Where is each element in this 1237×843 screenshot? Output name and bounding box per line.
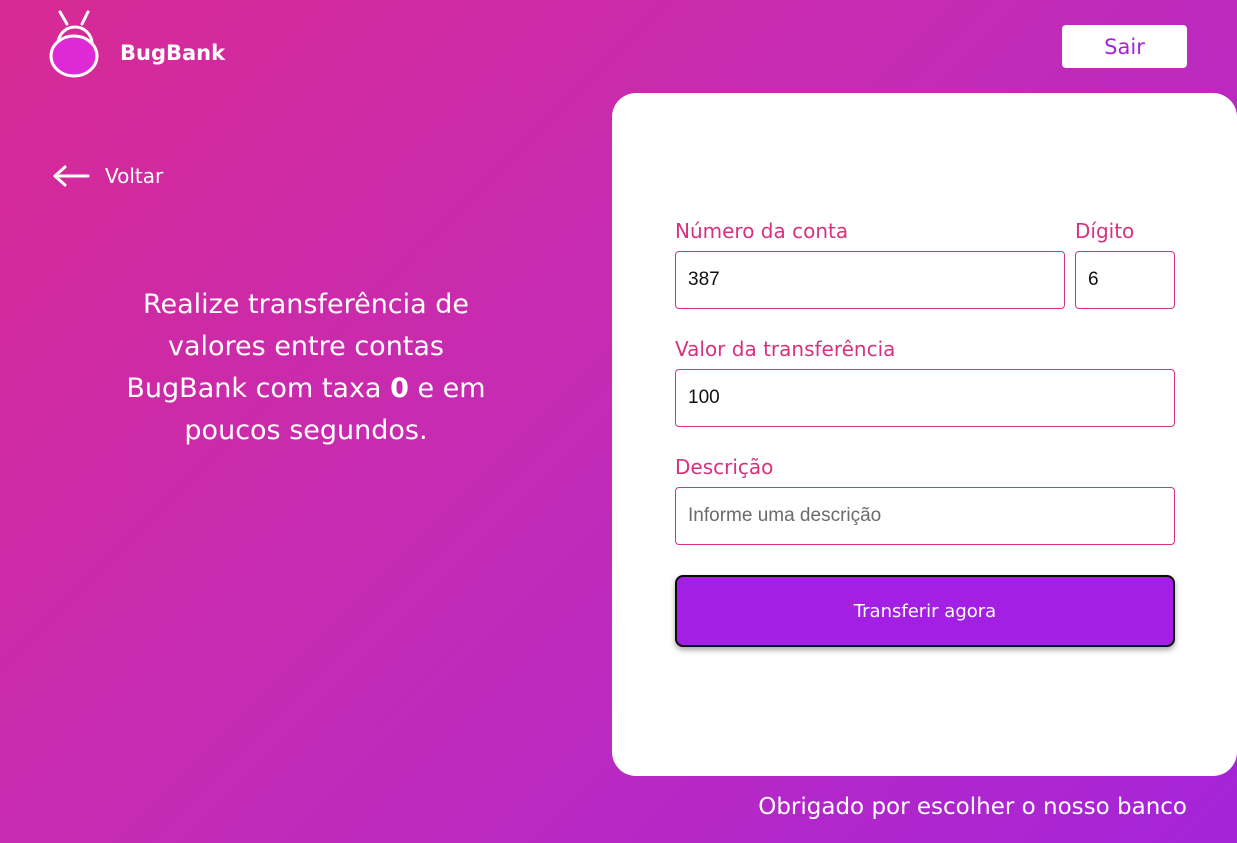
transfer-form-card: Número da conta Dígito Valor da transfer… [612, 93, 1237, 776]
transfer-submit-button[interactable]: Transferir agora [675, 575, 1175, 647]
tagline: Realize transferência de valores entre c… [110, 284, 502, 452]
footer-message: Obrigado por escolher o nosso banco [758, 794, 1187, 820]
bug-icon [49, 10, 99, 78]
brand-name: BugBank [120, 41, 226, 65]
amount-input[interactable] [675, 369, 1175, 427]
tagline-highlight: 0 [390, 373, 409, 404]
description-label: Descrição [675, 455, 774, 479]
description-input[interactable] [675, 487, 1175, 545]
digit-input[interactable] [1075, 251, 1175, 309]
back-link[interactable]: Voltar [52, 160, 163, 192]
back-label: Voltar [105, 164, 164, 188]
brand-logo: BugBank [48, 8, 225, 80]
account-number-label: Número da conta [675, 219, 849, 243]
digit-label: Dígito [1075, 219, 1135, 243]
arrow-left-icon [53, 165, 90, 187]
logout-button[interactable]: Sair [1062, 25, 1187, 68]
account-number-input[interactable] [675, 251, 1065, 309]
amount-label: Valor da transferência [675, 337, 896, 361]
